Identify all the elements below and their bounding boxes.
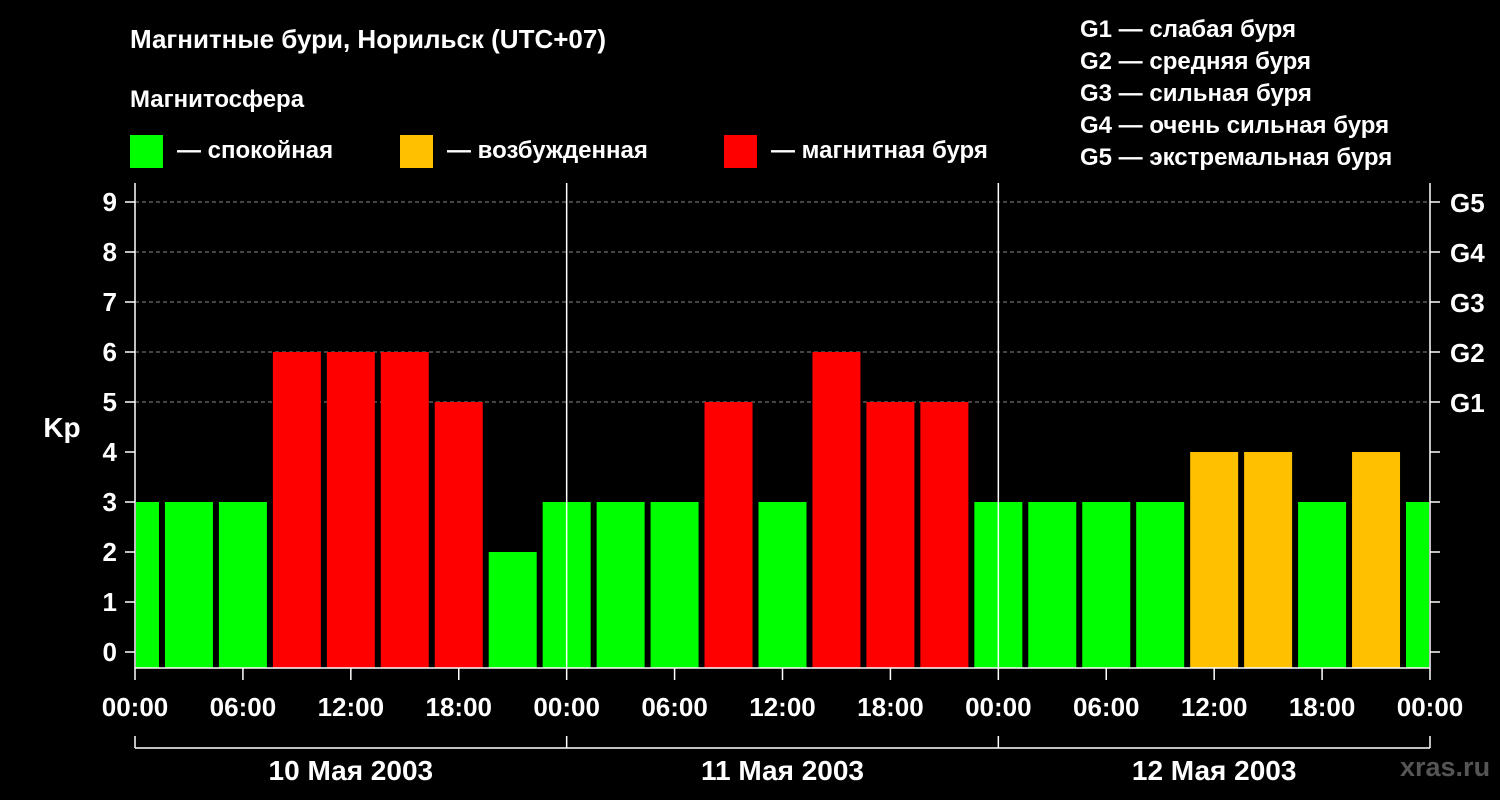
kp-bar xyxy=(812,352,861,668)
kp-bar xyxy=(434,402,483,668)
kp-bar xyxy=(596,502,645,668)
x-tick-label: 06:00 xyxy=(1073,692,1140,722)
kp-bar xyxy=(380,352,429,668)
y-tick-label: 4 xyxy=(103,437,118,467)
day-label: 12 Мая 2003 xyxy=(1132,755,1297,786)
x-tick-label: 18:00 xyxy=(1289,692,1356,722)
x-tick-label: 06:00 xyxy=(641,692,708,722)
kp-bar xyxy=(1406,502,1429,668)
kp-bar xyxy=(1028,502,1077,668)
x-tick-label: 00:00 xyxy=(102,692,169,722)
x-tick-label: 00:00 xyxy=(533,692,600,722)
x-tick-label: 00:00 xyxy=(1397,692,1464,722)
kp-bar xyxy=(1190,452,1239,668)
y-tick-label: 7 xyxy=(103,287,117,317)
kp-bar xyxy=(136,502,159,668)
kp-bar xyxy=(758,502,807,668)
kp-bar xyxy=(920,402,969,668)
kp-bar xyxy=(1244,452,1293,668)
x-tick-label: 00:00 xyxy=(965,692,1032,722)
day-label: 11 Мая 2003 xyxy=(701,755,864,786)
kp-bar-chart: 0 1 2 3 4 5 6 7 8 9 G1 G2 G3 G4 G5 Kp 00:00 06:00 12:00 18:… xyxy=(43,183,1485,786)
kp-bar xyxy=(1352,452,1401,668)
g-axis-label: G3 xyxy=(1450,288,1485,318)
x-tick-label: 18:00 xyxy=(857,692,924,722)
y-tick-label: 2 xyxy=(103,537,117,567)
kp-bar xyxy=(326,352,375,668)
kp-bar xyxy=(218,502,267,668)
x-tick-label: 12:00 xyxy=(1181,692,1248,722)
watermark: xras.ru xyxy=(1400,752,1491,782)
g-axis-label: G1 xyxy=(1450,388,1485,418)
g-axis-label: G4 xyxy=(1450,238,1485,268)
y-tick-label: 0 xyxy=(103,637,117,667)
day-label: 10 Мая 2003 xyxy=(269,755,434,786)
x-tick-label: 12:00 xyxy=(749,692,816,722)
y-tick-label: 6 xyxy=(103,337,117,367)
y-tick-label: 9 xyxy=(103,187,117,217)
kp-bar xyxy=(866,402,915,668)
kp-bar xyxy=(704,402,753,668)
x-tick-label: 18:00 xyxy=(426,692,493,722)
y-tick-label: 1 xyxy=(103,587,117,617)
kp-bar xyxy=(1298,502,1347,668)
x-tick-label: 06:00 xyxy=(210,692,277,722)
kp-bar xyxy=(1136,502,1185,668)
kp-bar xyxy=(164,502,213,668)
y-tick-label: 8 xyxy=(103,237,117,267)
y-axis-label: Kp xyxy=(43,412,80,443)
g-axis-label: G2 xyxy=(1450,338,1485,368)
kp-bar xyxy=(650,502,699,668)
y-tick-label: 3 xyxy=(103,487,117,517)
kp-bar xyxy=(1082,502,1131,668)
y-tick-label: 5 xyxy=(103,387,117,417)
x-tick-label: 12:00 xyxy=(318,692,385,722)
kp-bar xyxy=(488,552,537,668)
kp-bar xyxy=(272,352,321,668)
g-axis-label: G5 xyxy=(1450,188,1485,218)
